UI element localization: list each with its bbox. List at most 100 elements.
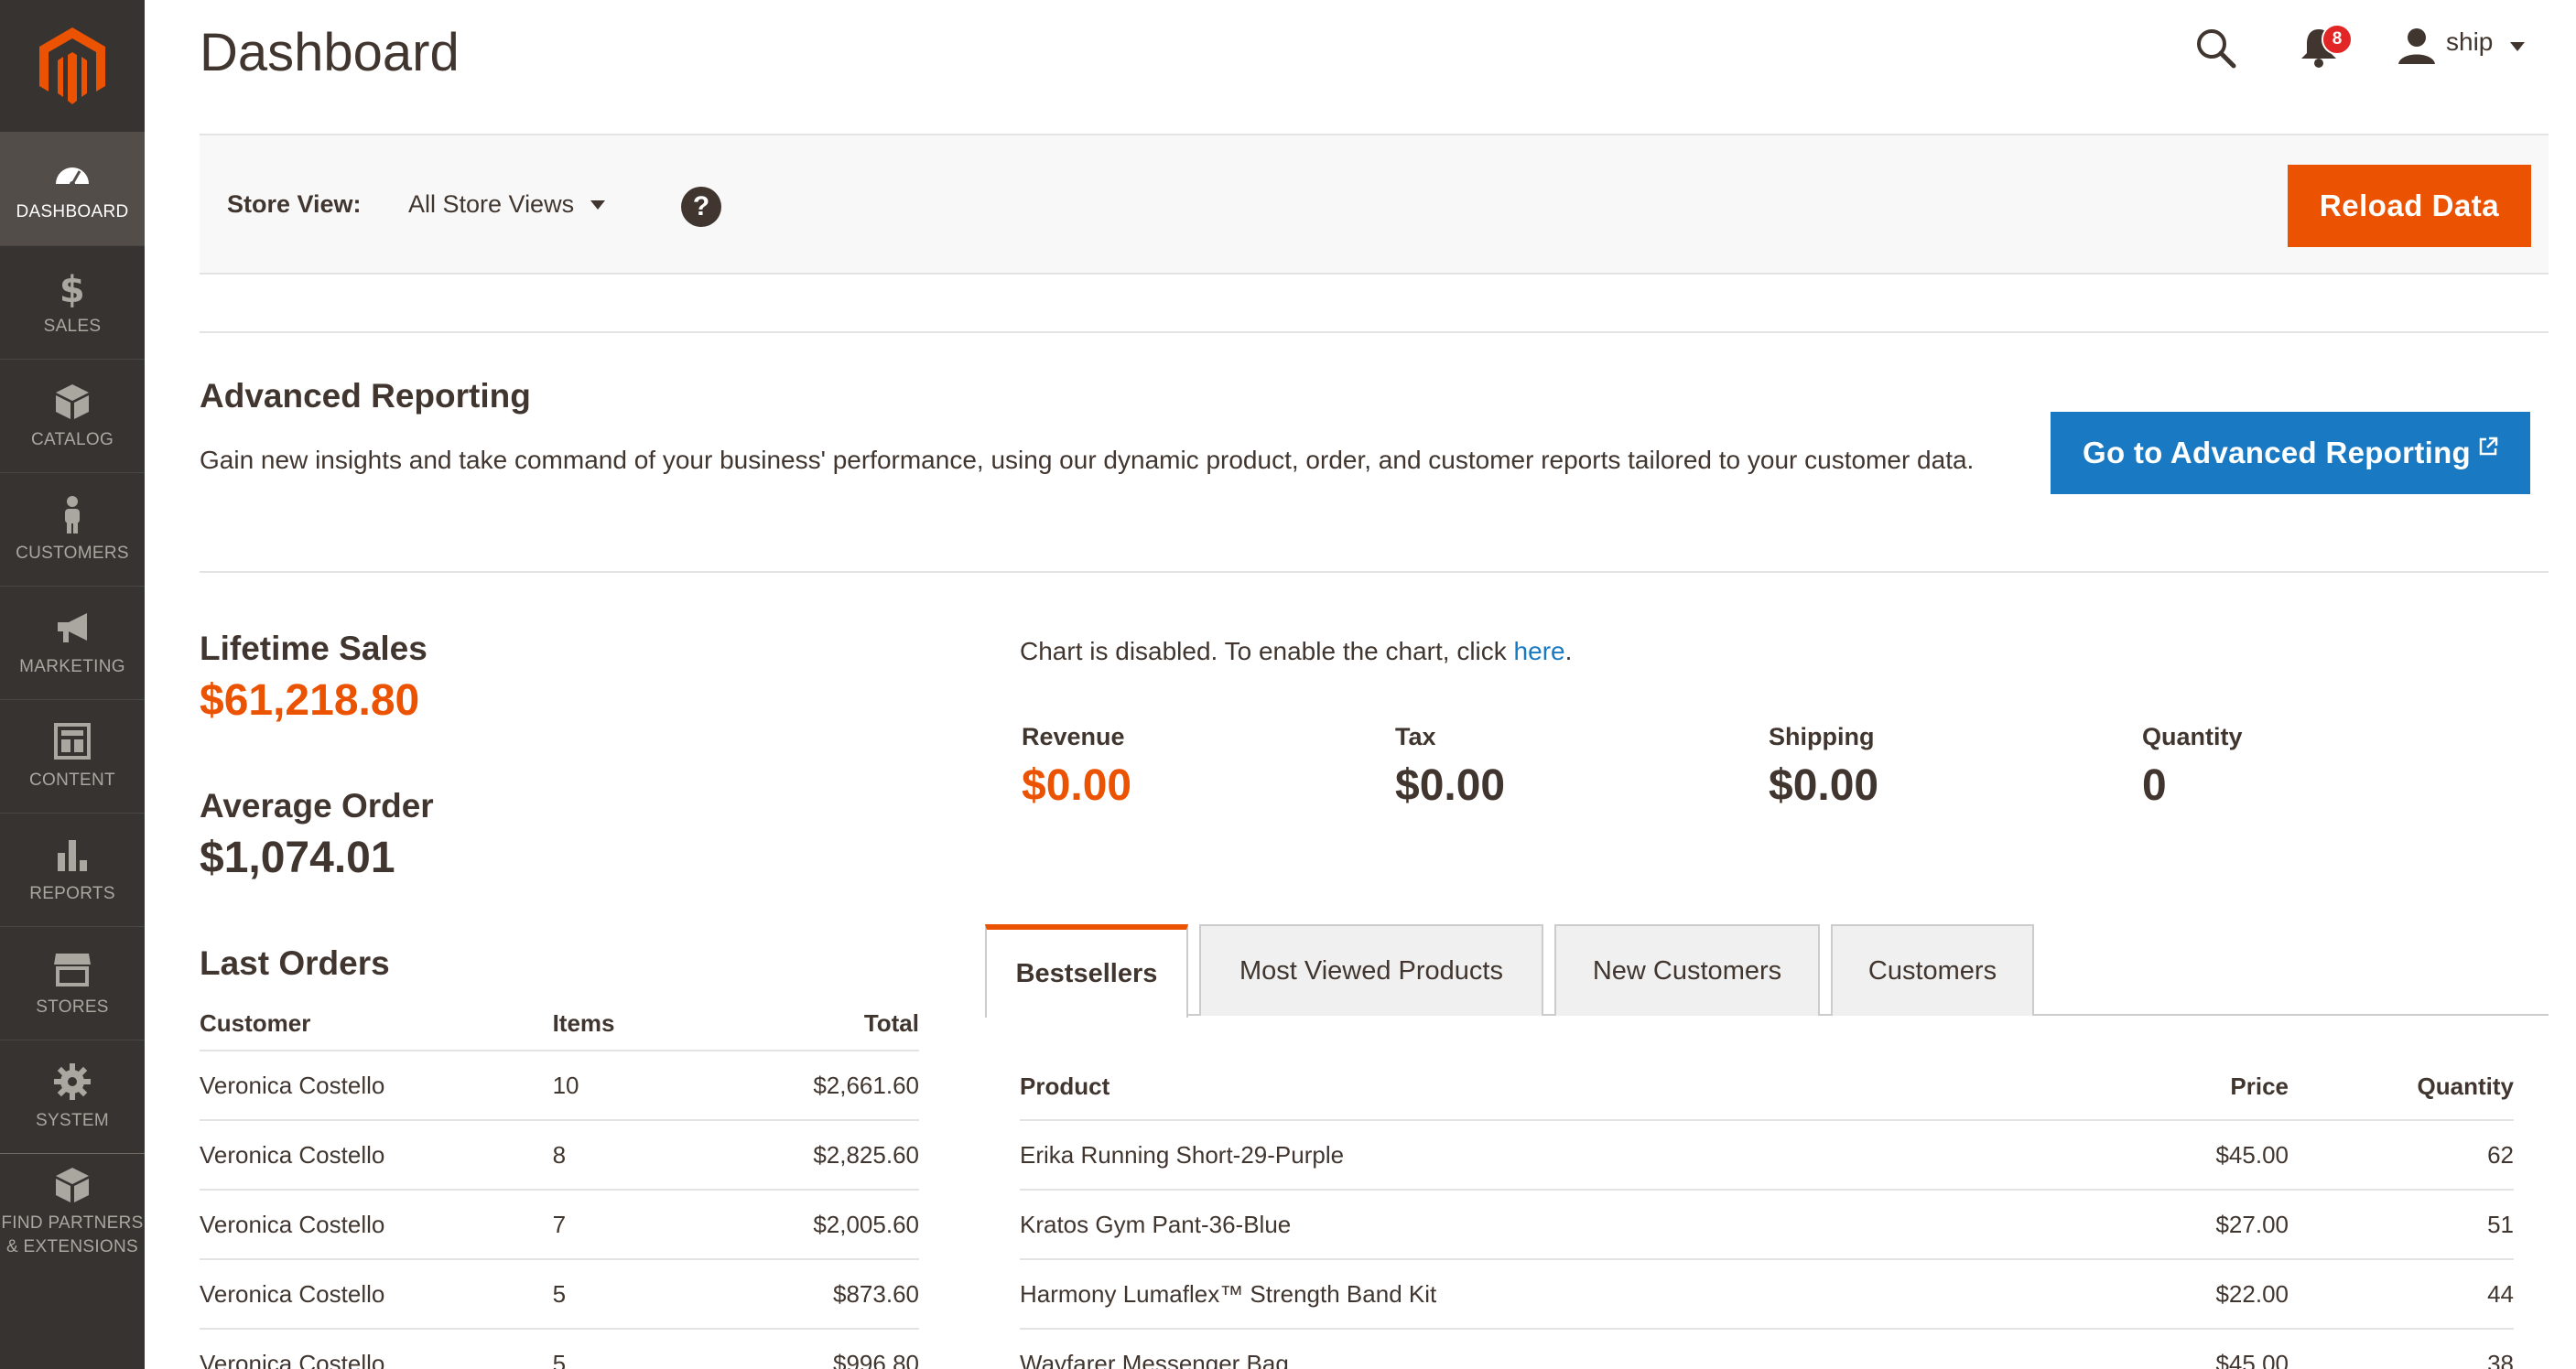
column-header-product: Product — [1020, 1054, 2051, 1121]
enable-chart-link[interactable]: here — [1514, 637, 1565, 665]
admin-sidebar: DASHBOARD $ SALES CATALOG CUSTOMERS MARK… — [0, 0, 145, 1369]
table-row[interactable]: Veronica Costello 5 $873.60 — [200, 1259, 919, 1330]
table-row[interactable]: Erika Running Short-29-Purple $45.00 62 — [1020, 1120, 2514, 1191]
product-name: Wayfarer Messenger Bag — [1020, 1329, 2051, 1369]
order-total: $996.80 — [717, 1329, 919, 1369]
box-icon — [56, 383, 89, 419]
total-value: $0.00 — [1022, 761, 1132, 810]
nav-label: DASHBOARD — [16, 202, 129, 221]
extensions-icon — [56, 1167, 89, 1202]
total-revenue: Revenue $0.00 — [1022, 723, 1395, 811]
divider — [200, 331, 2549, 333]
advanced-reporting-title: Advanced Reporting — [200, 377, 531, 415]
nav-sales[interactable]: $ SALES — [0, 245, 145, 359]
product-quantity: 62 — [2289, 1120, 2514, 1191]
magento-logo[interactable] — [0, 0, 145, 132]
nav-label: CUSTOMERS — [16, 543, 129, 563]
nav-stores[interactable]: STORES — [0, 926, 145, 1040]
dollar-icon: $ — [60, 269, 85, 307]
notification-count-badge[interactable]: 8 — [2322, 24, 2353, 55]
nav-reports[interactable]: REPORTS — [0, 813, 145, 926]
chart-message-text: Chart is disabled. To enable the chart, … — [1020, 637, 1514, 665]
nav-find-partners[interactable]: FIND PARTNERS & EXTENSIONS — [0, 1153, 145, 1268]
dashboard-icon — [56, 167, 89, 187]
nav-label: STORES — [36, 997, 109, 1017]
column-header-customer: Customer — [200, 997, 553, 1051]
user-icon[interactable] — [2397, 26, 2437, 66]
product-price: $45.00 — [2051, 1329, 2289, 1369]
chart-disabled-message: Chart is disabled. To enable the chart, … — [1020, 637, 1572, 666]
external-link-icon — [2479, 437, 2498, 456]
total-label: Revenue — [1022, 723, 1125, 750]
nav-label: FIND PARTNERS — [1, 1213, 144, 1233]
product-quantity: 44 — [2289, 1259, 2514, 1330]
nav-label: REPORTS — [29, 883, 115, 903]
column-header-items: Items — [552, 997, 718, 1051]
layout-icon — [54, 722, 91, 760]
order-items: 8 — [552, 1120, 718, 1191]
go-to-advanced-reporting-button[interactable]: Go to Advanced Reporting — [2051, 412, 2530, 494]
nav-label: CONTENT — [29, 770, 115, 790]
total-value: 0 — [2142, 761, 2167, 810]
table-row[interactable]: Veronica Costello 7 $2,005.60 — [200, 1190, 919, 1260]
table-row[interactable]: Veronica Costello 8 $2,825.60 — [200, 1120, 919, 1191]
product-name: Erika Running Short-29-Purple — [1020, 1120, 2051, 1191]
total-shipping: Shipping $0.00 — [1769, 723, 2142, 811]
order-items: 10 — [552, 1051, 718, 1121]
order-customer: Veronica Costello — [200, 1259, 553, 1330]
order-items: 7 — [552, 1190, 718, 1260]
tab-customers[interactable]: Customers — [1831, 924, 2034, 1016]
lifetime-sales-label: Lifetime Sales — [200, 630, 428, 667]
nav-content[interactable]: CONTENT — [0, 699, 145, 813]
product-name: Harmony Lumaflex™ Strength Band Kit — [1020, 1259, 2051, 1330]
nav-customers[interactable]: CUSTOMERS — [0, 472, 145, 586]
nav-label: MARKETING — [19, 656, 125, 676]
caret-down-icon — [590, 199, 606, 210]
table-row[interactable]: Wayfarer Messenger Bag $45.00 38 — [1020, 1329, 2514, 1369]
order-total: $2,825.60 — [717, 1120, 919, 1191]
chevron-down-icon[interactable] — [2510, 42, 2525, 51]
total-tax: Tax $0.00 — [1395, 723, 1769, 811]
lifetime-sales-value: $61,218.80 — [200, 676, 420, 725]
order-items: 5 — [552, 1329, 718, 1369]
total-value: $0.00 — [1395, 761, 1506, 810]
product-price: $22.00 — [2051, 1259, 2289, 1330]
help-icon[interactable]: ? — [681, 187, 721, 227]
product-name: Kratos Gym Pant-36-Blue — [1020, 1190, 2051, 1260]
nav-marketing[interactable]: MARKETING — [0, 586, 145, 699]
average-order-label: Average Order — [200, 787, 434, 825]
megaphone-icon — [58, 612, 87, 642]
order-customer: Veronica Costello — [200, 1329, 553, 1369]
tab-bestsellers[interactable]: Bestsellers — [985, 924, 1188, 1018]
user-menu[interactable]: ship — [2446, 27, 2493, 57]
tab-new-customers[interactable]: New Customers — [1554, 924, 1820, 1016]
product-price: $45.00 — [2051, 1120, 2289, 1191]
gear-icon — [54, 1062, 91, 1100]
totals-summary: Revenue $0.00 Tax $0.00 Shipping $0.00 Q… — [1022, 723, 2516, 811]
search-icon[interactable] — [2193, 26, 2237, 70]
advanced-reporting-description: Gain new insights and take command of yo… — [200, 446, 1975, 474]
button-label: Go to Advanced Reporting — [2083, 436, 2471, 469]
order-total: $873.60 — [717, 1259, 919, 1330]
store-view-switcher[interactable]: All Store Views — [408, 190, 606, 219]
column-header-total: Total — [717, 997, 919, 1051]
total-value: $0.00 — [1769, 761, 1879, 810]
nav-catalog[interactable]: CATALOG — [0, 359, 145, 472]
table-row[interactable]: Harmony Lumaflex™ Strength Band Kit $22.… — [1020, 1259, 2514, 1330]
divider — [200, 571, 2549, 573]
chart-message-end: . — [1564, 637, 1573, 665]
nav-label: SYSTEM — [36, 1110, 109, 1130]
table-row[interactable]: Veronica Costello 10 $2,661.60 — [200, 1051, 919, 1121]
last-orders-title: Last Orders — [200, 944, 390, 982]
store-icon — [54, 953, 91, 986]
table-row[interactable]: Veronica Costello 5 $996.80 — [200, 1329, 919, 1369]
reload-data-button[interactable]: Reload Data — [2288, 165, 2531, 247]
table-row[interactable]: Kratos Gym Pant-36-Blue $27.00 51 — [1020, 1190, 2514, 1260]
order-items: 5 — [552, 1259, 718, 1330]
nav-dashboard[interactable]: DASHBOARD — [0, 132, 145, 245]
nav-label: SALES — [43, 316, 102, 336]
tab-most-viewed-products[interactable]: Most Viewed Products — [1199, 924, 1543, 1016]
nav-system[interactable]: SYSTEM — [0, 1040, 145, 1153]
product-quantity: 51 — [2289, 1190, 2514, 1260]
nav-label: CATALOG — [30, 429, 114, 449]
